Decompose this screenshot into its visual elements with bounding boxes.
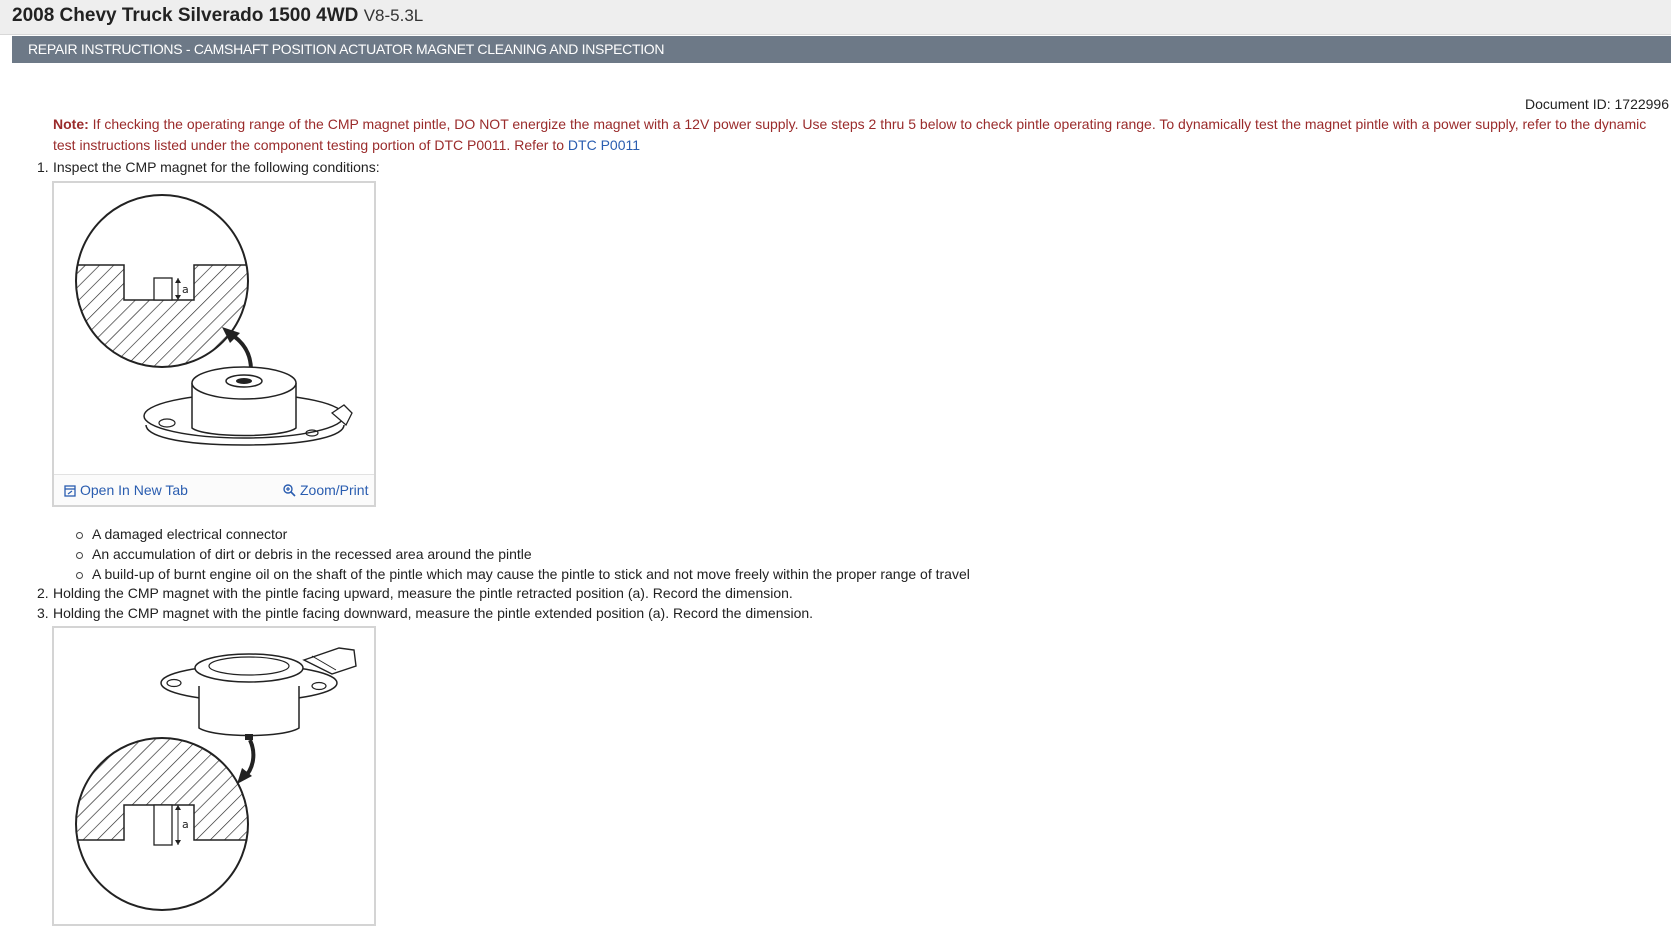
zoom-print-label: Zoom/Print bbox=[300, 482, 369, 498]
step-text: Holding the CMP magnet with the pintle f… bbox=[53, 605, 814, 621]
new-tab-icon bbox=[64, 485, 76, 497]
vehicle-engine: V8-5.3L bbox=[363, 6, 424, 25]
figure-actions: Open In New Tab Zoom/Print bbox=[54, 474, 374, 505]
vehicle-model: 2008 Chevy Truck Silverado 1500 4WD bbox=[12, 5, 359, 26]
step-number: 3. bbox=[37, 605, 49, 621]
figure-pintle-extended: a bbox=[52, 626, 376, 926]
dimension-label: a bbox=[182, 283, 189, 296]
list-item-text: A build-up of burnt engine oil on the sh… bbox=[92, 566, 970, 582]
vehicle-title: 2008 Chevy Truck Silverado 1500 4WD V8-5… bbox=[12, 5, 423, 27]
dimension-label: a bbox=[182, 818, 189, 831]
top-bar: 2008 Chevy Truck Silverado 1500 4WD V8-5… bbox=[0, 0, 1671, 35]
note-block: Note: If checking the operating range of… bbox=[53, 114, 1667, 156]
document-id: Document ID: 1722996 bbox=[1525, 96, 1669, 112]
note-text: If checking the operating range of the C… bbox=[53, 116, 1647, 153]
section-header: REPAIR INSTRUCTIONS - CAMSHAFT POSITION … bbox=[12, 36, 1671, 63]
bullet-icon bbox=[76, 532, 83, 539]
bullet-icon bbox=[76, 572, 83, 579]
bullet-icon bbox=[76, 552, 83, 559]
open-in-new-tab-link[interactable]: Open In New Tab bbox=[64, 482, 188, 498]
note-label: Note: bbox=[53, 116, 89, 132]
section-title: REPAIR INSTRUCTIONS - CAMSHAFT POSITION … bbox=[28, 41, 665, 57]
step-text: Inspect the CMP magnet for the following… bbox=[53, 159, 380, 175]
cmp-magnet-illustration: a bbox=[75, 194, 353, 446]
dtc-p0011-link[interactable]: DTC P0011 bbox=[568, 137, 640, 153]
zoom-print-link[interactable]: Zoom/Print bbox=[283, 482, 368, 498]
cmp-magnet-illustration: a bbox=[75, 647, 357, 911]
figure-pintle-retracted: a Open In New Tab Zoom/Print bbox=[52, 181, 376, 507]
zoom-icon bbox=[283, 484, 296, 497]
list-item-text: A damaged electrical connector bbox=[92, 526, 288, 542]
list-item-text: An accumulation of dirt or debris in the… bbox=[92, 546, 532, 562]
step-text: Holding the CMP magnet with the pintle f… bbox=[53, 585, 793, 601]
step-number: 2. bbox=[37, 585, 49, 601]
step-number: 1. bbox=[37, 159, 49, 175]
open-in-new-tab-label: Open In New Tab bbox=[80, 482, 188, 498]
